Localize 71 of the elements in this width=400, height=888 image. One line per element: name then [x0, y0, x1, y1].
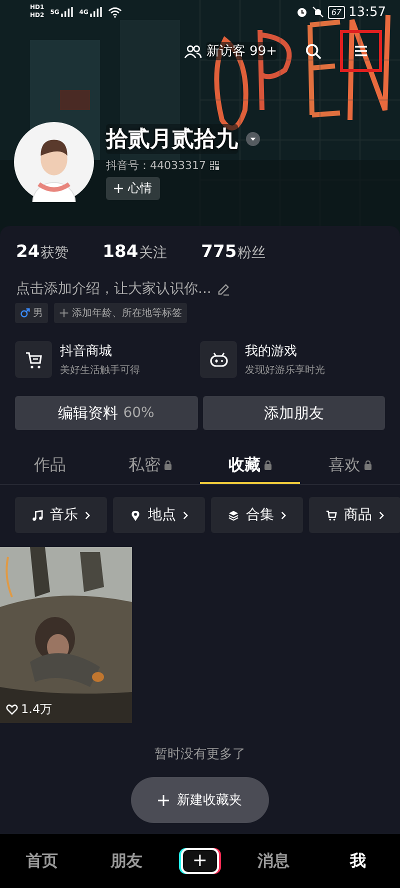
- action-button[interactable]: 编辑资料 60%: [15, 396, 198, 430]
- people-icon: [184, 44, 202, 58]
- pencil-icon[interactable]: [217, 282, 230, 296]
- user-id: 抖音号：44033317: [106, 158, 206, 173]
- filter-chip[interactable]: 音乐: [15, 497, 107, 533]
- cart-icon: [326, 510, 337, 520]
- filter-chip[interactable]: 合集: [211, 497, 303, 533]
- menu-button[interactable]: [340, 30, 382, 72]
- nav-tab[interactable]: 消息: [243, 850, 304, 872]
- signal-icon: [90, 7, 102, 17]
- action-button[interactable]: 添加朋友: [202, 396, 385, 430]
- wifi-icon: [108, 6, 122, 18]
- stat-value[interactable]: 24: [16, 242, 40, 262]
- plus-icon: [59, 308, 69, 318]
- male-icon: [20, 308, 30, 318]
- create-button[interactable]: +: [180, 848, 219, 874]
- clock-time: 13:57: [348, 4, 386, 20]
- signal-icon: [61, 7, 74, 17]
- chevron-right-icon: [379, 510, 384, 520]
- profile-name: 拾贰月贰拾九: [106, 124, 238, 154]
- location-pin-icon: [130, 510, 141, 520]
- shortcut-title[interactable]: 我的游戏: [245, 342, 325, 360]
- end-of-list-text: 暂时没有更多了: [154, 746, 246, 763]
- shortcut-title[interactable]: 抖音商城: [60, 342, 140, 360]
- completion-percent: 60%: [123, 405, 154, 421]
- nav-tab[interactable]: 首页: [12, 850, 72, 872]
- stat-label[interactable]: 获赞: [40, 244, 69, 262]
- plus-icon: [114, 184, 123, 193]
- shortcut-icon-tile[interactable]: [200, 341, 237, 378]
- shortcut-icon-tile[interactable]: [15, 341, 52, 378]
- layers-icon: [228, 510, 239, 520]
- tag-label: 添加年龄、所在地等标签: [72, 306, 182, 320]
- tab[interactable]: 收藏: [200, 448, 300, 484]
- like-count: 1.4万: [21, 701, 52, 718]
- chevron-right-icon: [281, 510, 286, 520]
- shortcut-subtitle: 美好生活触手可得: [60, 364, 140, 377]
- stat-label[interactable]: 粉丝: [238, 244, 266, 262]
- lock-icon: [164, 460, 172, 470]
- plus-icon: [158, 794, 169, 806]
- profile-tag[interactable]: 添加年龄、所在地等标签: [54, 303, 187, 323]
- heart-icon: [6, 704, 18, 715]
- nav-tab[interactable]: 我: [328, 850, 388, 872]
- bio-prompt[interactable]: 点击添加介绍，让大家认识你...: [16, 280, 212, 298]
- cart-icon: [24, 350, 44, 370]
- battery-text: 67: [331, 8, 342, 16]
- bell-muted-icon: [312, 6, 324, 18]
- stat-label[interactable]: 关注: [139, 244, 168, 262]
- filter-chip[interactable]: 地点: [113, 497, 205, 533]
- filter-chip[interactable]: 商品: [309, 497, 400, 533]
- tab[interactable]: 作品: [0, 448, 100, 484]
- lock-icon: [364, 460, 372, 470]
- new-folder-button[interactable]: 新建收藏夹: [131, 777, 269, 823]
- stat-value[interactable]: 775: [201, 242, 237, 262]
- shortcut-subtitle: 发现好游乐享时光: [245, 364, 325, 377]
- chevron-right-icon: [85, 510, 90, 520]
- stat-value[interactable]: 184: [102, 242, 138, 262]
- tab[interactable]: 喜欢: [300, 448, 400, 484]
- mood-button[interactable]: 心情: [106, 177, 160, 200]
- chevron-right-icon: [183, 510, 188, 520]
- nav-tab[interactable]: 朋友: [96, 850, 157, 872]
- alarm-icon: [296, 6, 308, 18]
- lock-icon: [264, 460, 272, 470]
- caret-icon[interactable]: [246, 132, 260, 146]
- tag-label: 男: [33, 307, 43, 320]
- profile-tag[interactable]: 男: [15, 303, 48, 323]
- tab[interactable]: 私密: [100, 448, 200, 484]
- avatar[interactable]: [14, 122, 94, 202]
- menu-icon: [354, 45, 368, 57]
- qr-code-icon[interactable]: [210, 161, 219, 170]
- search-icon[interactable]: [305, 42, 322, 60]
- music-note-icon: [32, 510, 43, 520]
